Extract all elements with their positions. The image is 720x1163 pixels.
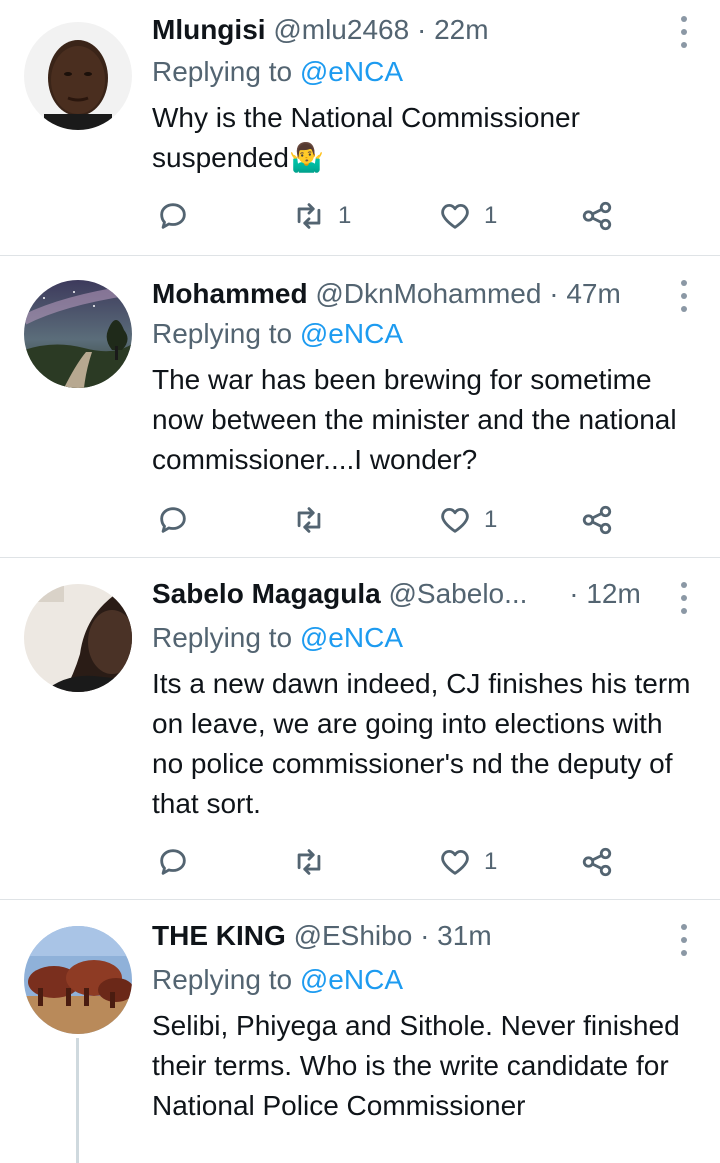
user-handle[interactable]: @mlu2468	[273, 14, 409, 45]
tweet-1[interactable]: Mlungisi @mlu2468 · 22m Replying to @eNC…	[0, 0, 720, 256]
reply-icon	[160, 507, 186, 533]
reply-button[interactable]	[156, 500, 202, 540]
tweet-text: Selibi, Phiyega and Sithole. Never finis…	[152, 1010, 680, 1121]
reply-button[interactable]	[156, 196, 202, 236]
retweet-button[interactable]: 1	[292, 196, 351, 236]
heart-icon	[441, 507, 469, 533]
mention-link[interactable]: @eNCA	[300, 622, 403, 653]
share-icon	[582, 201, 612, 231]
like-button[interactable]: 1	[438, 500, 497, 540]
replying-to: Replying to @eNCA	[152, 54, 403, 90]
timestamp[interactable]: 12m	[586, 578, 640, 609]
tweet-header: Mlungisi @mlu2468 · 22m	[152, 12, 670, 48]
user-handle[interactable]: @EShibo	[294, 920, 413, 951]
replying-to: Replying to @eNCA	[152, 316, 403, 352]
avatar[interactable]	[24, 22, 132, 130]
retweet-icon	[297, 507, 321, 533]
more-vertical-icon[interactable]	[678, 280, 690, 312]
share-button[interactable]	[580, 842, 614, 882]
retweet-count: 1	[338, 202, 352, 229]
separator: ·	[569, 578, 579, 609]
separator: ·	[416, 14, 427, 45]
timestamp[interactable]: 22m	[434, 14, 488, 45]
separator: ·	[420, 920, 430, 951]
like-button[interactable]: 1	[438, 196, 497, 236]
replying-label: Replying to	[152, 622, 300, 653]
user-name[interactable]: Sabelo Magagula	[152, 578, 381, 609]
separator: ·	[549, 278, 559, 309]
user-name[interactable]: Mlungisi	[152, 14, 266, 45]
tweet-header: Sabelo Magagula @Sabelo... · 12m	[152, 576, 670, 612]
mention-link[interactable]: @eNCA	[300, 318, 403, 349]
tweet-2[interactable]: Mohammed @DknMohammed · 47m Replying to …	[0, 256, 720, 558]
tweet-actions: 1	[152, 842, 622, 882]
reply-icon	[160, 849, 186, 875]
more-vertical-icon[interactable]	[678, 924, 690, 956]
avatar[interactable]	[24, 926, 132, 1034]
timestamp[interactable]: 47m	[566, 278, 620, 309]
share-button[interactable]	[580, 500, 614, 540]
mention-link[interactable]: @eNCA	[300, 56, 403, 87]
tweet-text: Why is the National Commissioner suspend…	[152, 102, 580, 173]
replying-to: Replying to @eNCA	[152, 962, 403, 998]
tweet-text: Its a new dawn indeed, CJ finishes his t…	[152, 668, 691, 819]
heart-icon	[441, 203, 469, 229]
retweet-button[interactable]	[292, 500, 338, 540]
replying-to: Replying to @eNCA	[152, 620, 403, 656]
tweet-header: THE KING @EShibo · 31m	[152, 918, 670, 954]
retweet-icon	[297, 203, 321, 229]
tweet-3[interactable]: Sabelo Magagula @Sabelo... · 12m Replyin…	[0, 558, 720, 900]
more-vertical-icon[interactable]	[678, 16, 690, 48]
user-name[interactable]: THE KING	[152, 920, 286, 951]
user-handle[interactable]: @Sabelo...	[389, 578, 528, 609]
replying-label: Replying to	[152, 318, 300, 349]
retweet-icon	[297, 849, 321, 875]
thread-line	[76, 1038, 79, 1163]
replying-label: Replying to	[152, 964, 300, 995]
tweet-text: The war has been brewing for sometime no…	[152, 364, 677, 475]
avatar[interactable]	[24, 584, 132, 692]
mention-link[interactable]: @eNCA	[300, 964, 403, 995]
tweet-header: Mohammed @DknMohammed · 47m	[152, 276, 670, 312]
user-name[interactable]: Mohammed	[152, 278, 308, 309]
retweet-button[interactable]	[292, 842, 338, 882]
reply-icon	[160, 203, 186, 229]
tweet-4[interactable]: THE KING @EShibo · 31m Replying to @eNCA…	[0, 900, 720, 1163]
replying-label: Replying to	[152, 56, 300, 87]
like-count: 1	[484, 202, 498, 229]
tweet-actions: 1	[152, 500, 622, 540]
timestamp[interactable]: 31m	[437, 920, 491, 951]
share-icon	[582, 847, 612, 877]
reply-button[interactable]	[156, 842, 202, 882]
heart-icon	[441, 849, 469, 875]
like-count: 1	[484, 506, 498, 533]
user-handle[interactable]: @DknMohammed	[315, 278, 541, 309]
share-icon	[582, 505, 612, 535]
avatar[interactable]	[24, 280, 132, 388]
tweet-actions: 1 1	[152, 196, 622, 236]
like-count: 1	[484, 848, 498, 875]
share-button[interactable]	[580, 196, 614, 236]
more-vertical-icon[interactable]	[678, 582, 690, 614]
like-button[interactable]: 1	[438, 842, 497, 882]
